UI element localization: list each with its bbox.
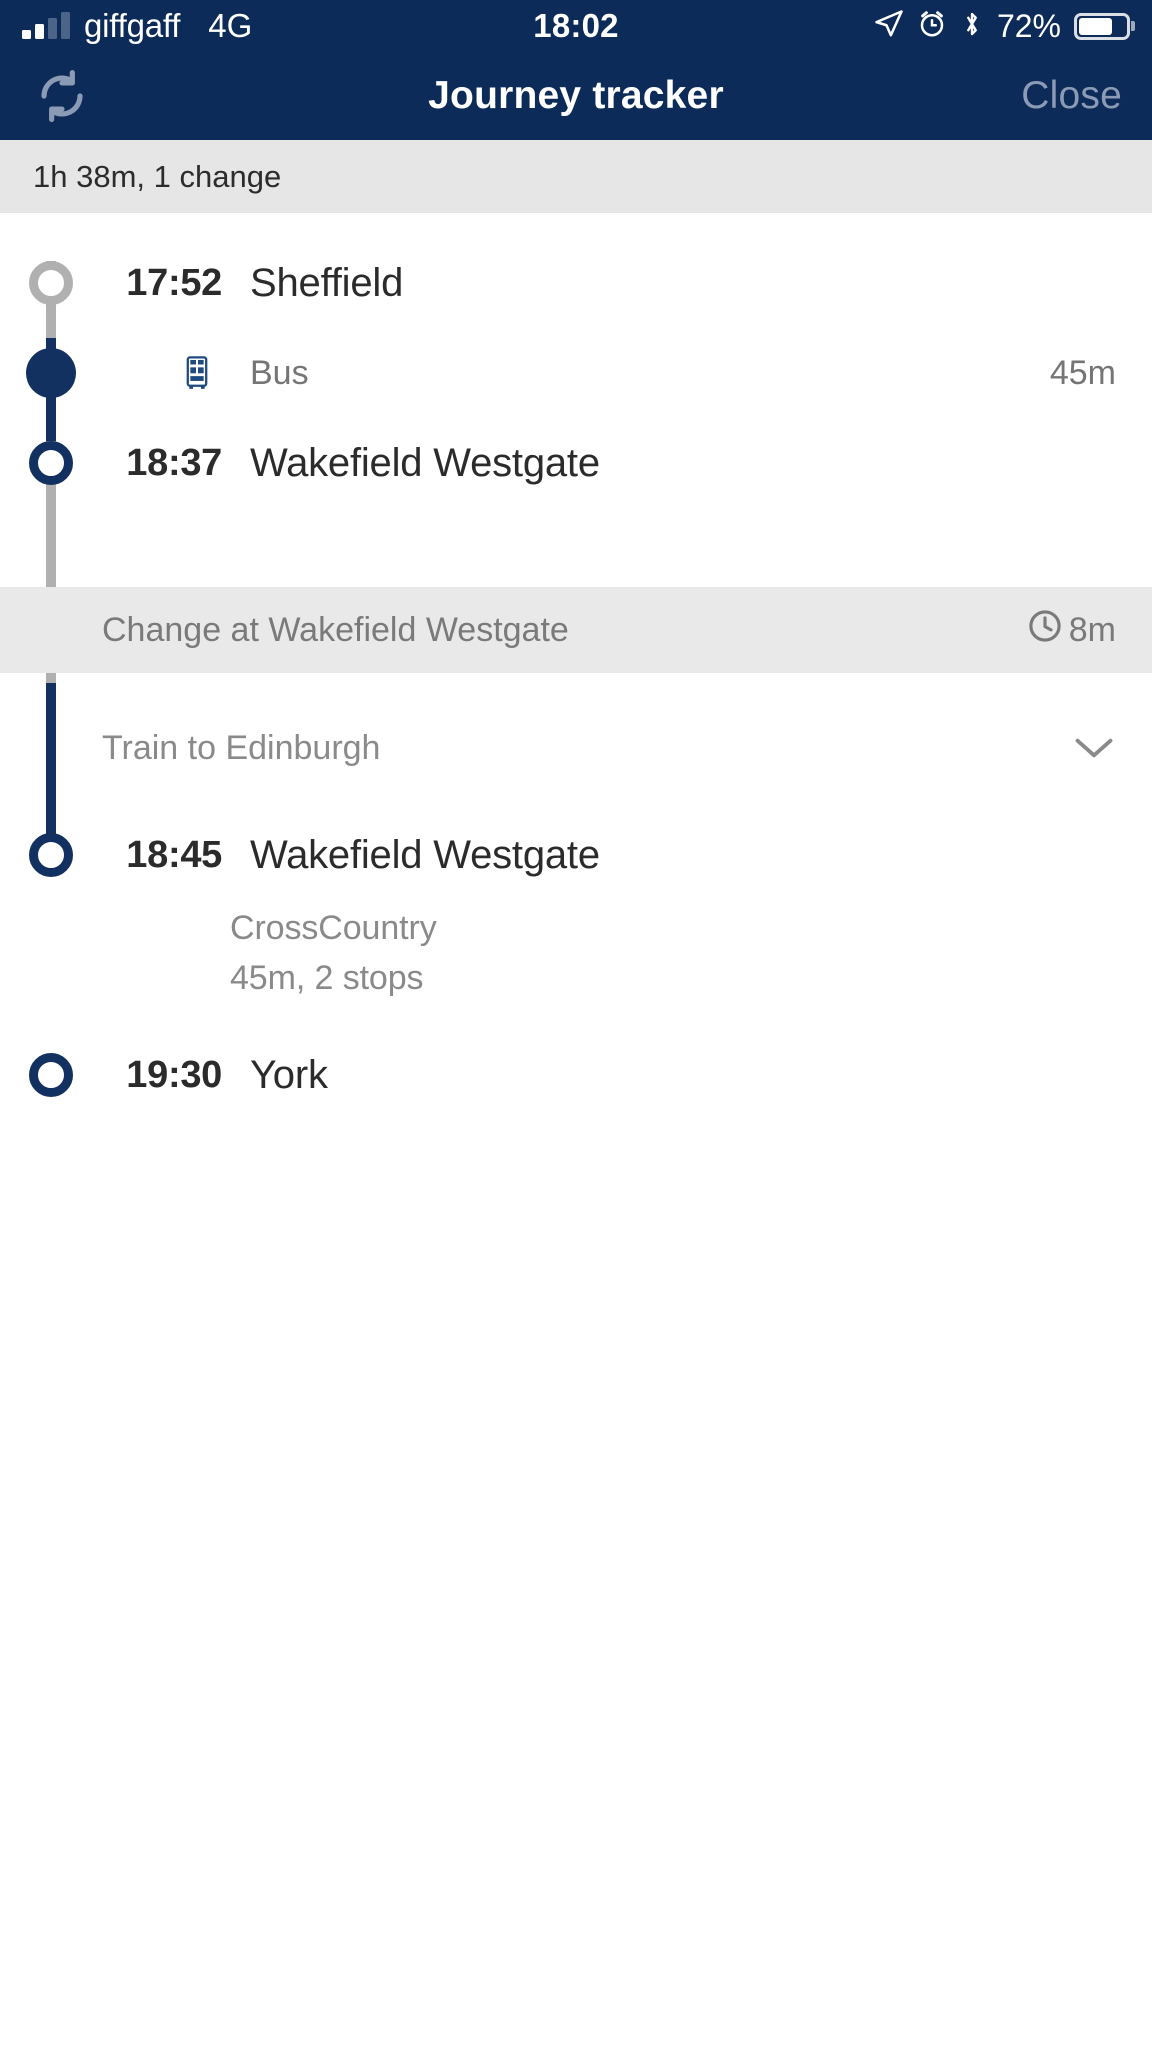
journey-summary: 1h 38m, 1 change [0,140,1152,213]
status-bar: giffgaff 4G 18:02 72% [0,0,1152,52]
change-label: Change at Wakefield Westgate [102,610,569,649]
change-row: Change at Wakefield Westgate 8m [0,587,1152,673]
bluetooth-icon [960,9,984,44]
stop-row-departure-leg2[interactable]: 18:45 Wakefield Westgate [0,807,1152,903]
leg2-details: CrossCountry 45m, 2 stops [0,903,1152,1003]
status-bar-right: 72% [874,8,1130,45]
stop-marker-leg1-arrival [0,415,102,511]
stop-row-arrival-leg1[interactable]: 18:37 Wakefield Westgate [0,415,1152,511]
stop-row-arrival-leg2[interactable]: 19:30 York [0,1027,1152,1123]
stop-marker-leg2-departure [0,807,102,903]
operator-name: CrossCountry [230,909,437,947]
stop-ring-icon [29,833,73,877]
close-button[interactable]: Close [1021,74,1122,118]
stop-time: 19:30 [126,1053,222,1096]
journey-tracker-screen: giffgaff 4G 18:02 72% Journey tracker Cl… [0,0,1152,2048]
stop-time: 18:45 [126,833,222,876]
stop-marker-destination [0,1027,102,1123]
signal-bars-icon [22,12,70,39]
stop-name: York [250,1052,328,1097]
origin-ring-icon [29,261,73,305]
duration-stops: 45m, 2 stops [230,959,424,997]
battery-percent-label: 72% [996,7,1061,44]
stop-time: 18:37 [126,441,222,484]
mode-label: Bus [250,353,309,392]
stop-row-departure-leg1[interactable]: 17:52 Sheffield [0,235,1152,331]
carrier-label: giffgaff [84,7,181,44]
status-bar-left: giffgaff 4G [22,7,252,45]
operator-header-label: Train to Edinburgh [102,728,381,767]
page-title: Journey tracker [428,74,724,117]
stop-ring-icon [29,441,73,485]
journey-timeline: 17:52 Sheffield Bus 45m 18:37 Wakefield … [0,213,1152,1123]
mode-duration: 45m [1049,353,1116,392]
change-duration-group: 8m [1027,608,1116,653]
alarm-clock-icon [917,9,947,44]
location-arrow-icon [874,9,904,44]
nav-bar: Journey tracker Close [0,52,1152,140]
stop-marker-origin [0,235,102,331]
change-duration: 8m [1068,610,1116,649]
refresh-icon[interactable] [30,64,94,128]
stop-name: Wakefield Westgate [250,440,600,485]
clock-icon [1027,608,1063,653]
stop-time: 17:52 [126,261,222,304]
network-type-label: 4G [208,7,253,44]
destination-ring-icon [29,1053,73,1097]
mode-row-leg1[interactable]: Bus 45m [0,331,1152,415]
operator-header-row[interactable]: Train to Edinburgh [0,705,1152,791]
current-position-dot-icon [26,348,76,398]
progress-marker [0,331,102,415]
stop-name: Wakefield Westgate [250,832,600,877]
stop-name: Sheffield [250,260,404,305]
battery-icon [1074,12,1130,40]
chevron-down-icon[interactable] [1072,733,1116,763]
bus-icon [102,356,222,390]
